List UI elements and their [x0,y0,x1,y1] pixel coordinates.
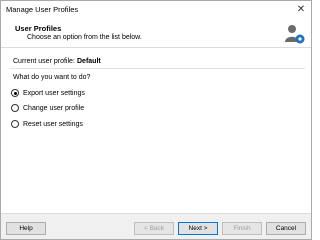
back-button[interactable]: < Back [134,222,174,235]
help-button[interactable]: Help [6,222,46,235]
header-subtitle: Choose an option from the list below. [27,34,142,41]
profile-divider [9,68,305,69]
option-change-user-profile[interactable]: Change user profile [11,104,84,112]
option-label: Change user profile [23,104,85,112]
option-export-user-settings[interactable]: Export user settings [11,89,85,97]
option-label: Export user settings [23,89,85,97]
user-settings-icon [285,25,305,44]
radio-button-selected[interactable] [11,89,19,97]
wizard-header: User Profiles Choose an option from the … [1,21,311,47]
question-label: What do you want to do? [13,74,91,81]
window-title: Manage User Profiles [6,5,79,14]
header-title: User Profiles [15,24,62,33]
cancel-button[interactable]: Cancel [266,222,306,235]
wizard-content: Current user profile: Default What do yo… [1,48,311,213]
title-bar: Manage User Profiles ✕ [1,1,311,21]
current-profile-label: Current user profile: [13,58,75,65]
close-icon[interactable]: ✕ [294,3,308,17]
next-button[interactable]: Next > [178,222,218,235]
wizard-footer: Help < Back Next > Finish Cancel [1,214,311,239]
radio-button[interactable] [11,104,19,112]
current-profile-value: Default [77,58,101,65]
option-reset-user-settings[interactable]: Reset user settings [11,120,83,128]
radio-button[interactable] [11,120,19,128]
finish-button[interactable]: Finish [222,222,262,235]
option-label: Reset user settings [23,120,83,128]
manage-user-profiles-dialog: Manage User Profiles ✕ User Profiles Cho… [0,0,312,240]
